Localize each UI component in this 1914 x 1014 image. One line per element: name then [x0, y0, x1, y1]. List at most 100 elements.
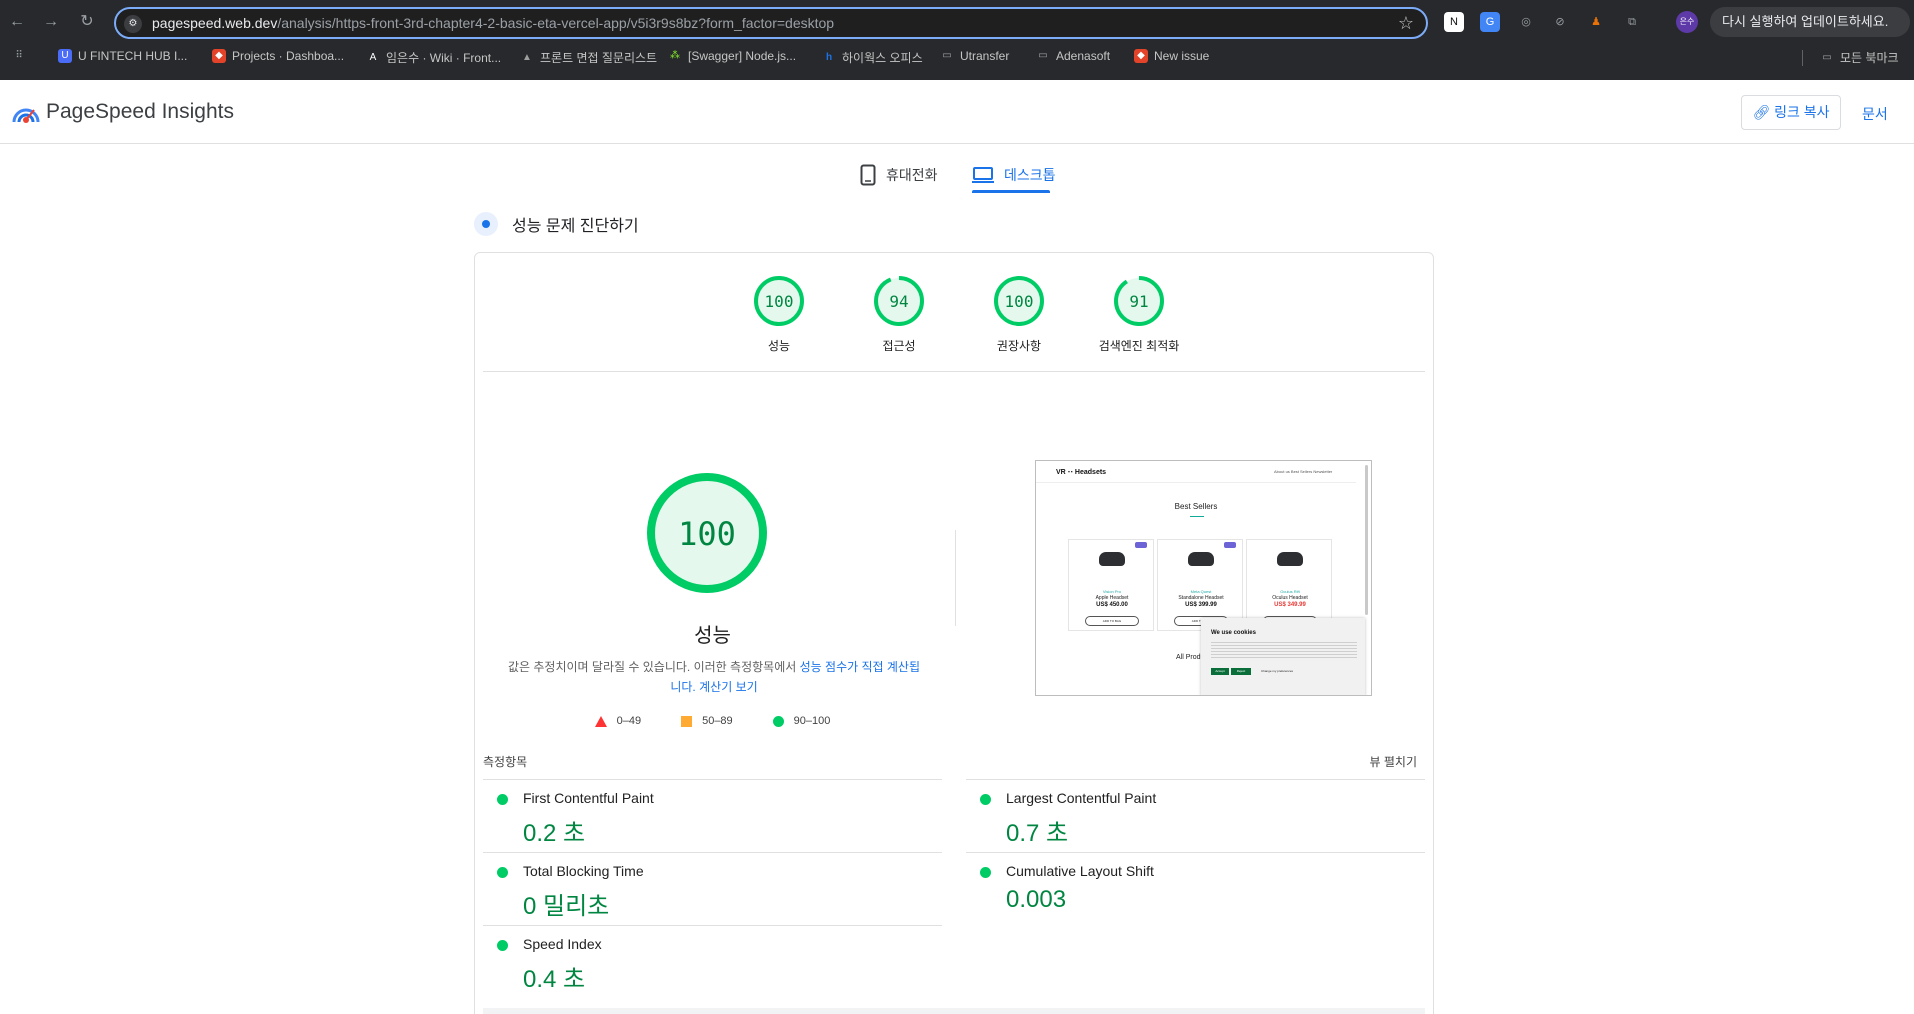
address-bar[interactable]: ⚙ pagespeed.web.dev/analysis/https-front… — [114, 7, 1428, 39]
metric-value: 0.4 초 — [523, 966, 586, 993]
metric-tbt: Total Blocking Time 0 밀리초 — [483, 852, 942, 925]
compass-extension-icon[interactable]: ⊘ — [1550, 12, 1570, 32]
bookmark-item[interactable]: ⁂ [Swagger] Node.js... — [668, 49, 796, 63]
copy-link-button[interactable]: 🔗︎ 링크 복사 — [1741, 95, 1841, 130]
gitlab-icon: ◆ — [1134, 49, 1148, 63]
back-icon[interactable]: ← — [6, 11, 28, 33]
folder-icon: ▭ — [1038, 50, 1048, 61]
diagnose-title: 성능 문제 진단하기 — [512, 218, 639, 235]
notion-extension-icon[interactable]: N — [1444, 12, 1464, 32]
metric-lcp: Largest Contentful Paint 0.7 초 — [966, 779, 1425, 852]
product-name: Standalone Headset — [1178, 595, 1224, 601]
performance-score-gauge: 100 — [647, 473, 767, 593]
gauge-best-practices[interactable]: 100 권장사항 — [959, 275, 1079, 354]
screenshot-product-card: Vision Pro Apple Headset US$ 450.00 ADD … — [1068, 539, 1154, 631]
active-tab-indicator — [972, 190, 1050, 193]
tab-desktop[interactable]: 데스크톱 — [972, 158, 1056, 192]
product-name: Oculus Headset — [1272, 595, 1308, 601]
wiki-icon: A — [369, 51, 377, 63]
pagespeed-logo-icon[interactable] — [12, 102, 40, 124]
calculator-link[interactable]: 계산기 보기 — [699, 680, 758, 694]
bookmark-item[interactable]: ◆ Projects · Dashboa... — [212, 49, 344, 63]
pass-circle-icon — [497, 794, 508, 805]
legend-label: 50–89 — [702, 715, 733, 727]
product-category: Meta Quest — [1190, 589, 1212, 594]
diagnose-icon — [474, 212, 498, 236]
hiworks-icon: h — [825, 51, 833, 63]
bookmark-label: 임은수 · Wiki · Front... — [386, 51, 502, 65]
score-value: 91 — [1129, 292, 1148, 311]
product-price: US$ 349.99 — [1274, 602, 1306, 608]
bookmarks-bar: ⠿ U U FINTECH HUB I... ◆ Projects · Dashbo… — [0, 46, 1914, 70]
apps-grid-icon[interactable]: ⠿ — [12, 49, 26, 63]
gauge-performance[interactable]: 100 성능 — [719, 275, 839, 354]
expand-view-toggle[interactable]: 뷰 펼치기 — [1370, 753, 1418, 770]
bookmark-item[interactable]: ◆ New issue — [1134, 49, 1209, 63]
extension-icon[interactable]: ◎ — [1516, 12, 1536, 32]
forward-icon[interactable]: → — [40, 11, 62, 33]
bookmark-label: 모든 북마크 — [1840, 51, 1899, 65]
folder-icon: ▭ — [1822, 51, 1832, 63]
tab-mobile[interactable]: 휴대전화 — [860, 158, 938, 192]
score-label: 접근성 — [882, 339, 916, 353]
cookie-preferences: Change my preferences — [1260, 669, 1294, 673]
laptop-icon — [972, 167, 994, 183]
screenshot-logo: VR ⋅⋅ Headsets — [1056, 469, 1107, 476]
bookmark-item[interactable]: h 하이웍스 오피스 — [822, 49, 923, 66]
diagnose-heading: 성능 문제 진단하기 — [474, 212, 639, 236]
translate-extension-icon[interactable]: G — [1480, 12, 1500, 32]
url-text[interactable]: pagespeed.web.dev/analysis/https-front-3… — [152, 15, 834, 31]
bookmark-item[interactable]: ▲ 프론트 면접 질문리스트 — [520, 49, 657, 66]
gauge-seo[interactable]: 91 검색엔진 최적화 — [1079, 275, 1199, 354]
cookie-accept: Accept — [1211, 668, 1229, 675]
browser-chrome: ← → ↻ ⚙ pagespeed.web.dev/analysis/https… — [0, 0, 1914, 80]
profile-avatar[interactable]: 은수 — [1676, 11, 1698, 33]
bookmark-label: Utransfer — [960, 49, 1010, 63]
headset-image — [1099, 552, 1125, 566]
pass-circle-icon — [497, 867, 508, 878]
headset-image — [1188, 552, 1214, 566]
screenshot-heading-underline — [1190, 516, 1204, 517]
update-button[interactable]: 다시 실행하여 업데이트하세요. — [1710, 7, 1910, 37]
cookie-text — [1211, 640, 1357, 660]
score-gauge-icon: 91 — [1114, 276, 1164, 326]
performance-description: 값은 추정치이며 달라질 수 있습니다. 이러한 측정항목에서 성능 점수가 직… — [505, 657, 923, 697]
final-screenshot[interactable]: VR ⋅⋅ Headsets About us Best Sellers New… — [1035, 460, 1372, 696]
bookmark-folder[interactable]: ▭ Utransfer — [940, 49, 1009, 63]
bookmark-item[interactable]: U U FINTECH HUB I... — [58, 49, 187, 63]
cookie-reject: Reject — [1231, 668, 1251, 675]
bookmark-label: Projects · Dashboa... — [232, 49, 345, 63]
url-path: /analysis/https-front-3rd-chapter4-2-bas… — [277, 15, 835, 31]
bookmarks-divider — [1802, 50, 1803, 66]
score-label: 권장사항 — [996, 339, 1042, 353]
pass-circle-icon — [497, 940, 508, 951]
legend-label: 90–100 — [793, 715, 831, 727]
all-bookmarks-folder[interactable]: ▭ 모든 북마크 — [1820, 49, 1899, 66]
bookmark-folder[interactable]: ▭ Adenasoft — [1036, 49, 1110, 63]
gauge-accessibility[interactable]: 94 접근성 — [839, 275, 959, 354]
legend-pass: 90–100 — [772, 715, 831, 727]
performance-title: 성능 — [694, 625, 731, 647]
metric-value: 0.7 초 — [1006, 820, 1069, 847]
profile-extension-icon[interactable]: ♟ — [1586, 12, 1606, 32]
legend-average: 50–89 — [681, 715, 733, 727]
bookmark-item[interactable]: A 임은수 · Wiki · Front... — [366, 49, 501, 66]
square-icon — [681, 715, 693, 727]
page-title[interactable]: PageSpeed Insights — [46, 100, 234, 124]
reload-icon[interactable]: ↻ — [76, 11, 98, 33]
screenshot-cookie-banner: We use cookies Accept Reject Change my p… — [1201, 618, 1365, 695]
pass-circle-icon — [980, 794, 991, 805]
headset-image — [1277, 552, 1303, 566]
score-gauge-icon: 94 — [874, 276, 924, 326]
docs-link[interactable]: 문서 — [1862, 104, 1888, 124]
bookmark-label: 하이웍스 오피스 — [842, 51, 923, 65]
score-value: 100 — [765, 292, 794, 311]
report-card: 100 성능 94 접근성 100 권장사항 91 검색엔진 최적화 100 성… — [474, 252, 1434, 1014]
extensions-puzzle-icon[interactable]: ⧉ — [1622, 12, 1642, 32]
metric-name: Cumulative Layout Shift — [1006, 863, 1154, 879]
score-label: 성능 — [767, 339, 791, 353]
bookmark-star-icon[interactable]: ☆ — [1398, 13, 1414, 34]
legend-fail: 0–49 — [594, 715, 641, 727]
metric-value: 0 밀리초 — [523, 893, 610, 920]
site-info-icon[interactable]: ⚙ — [124, 15, 142, 33]
